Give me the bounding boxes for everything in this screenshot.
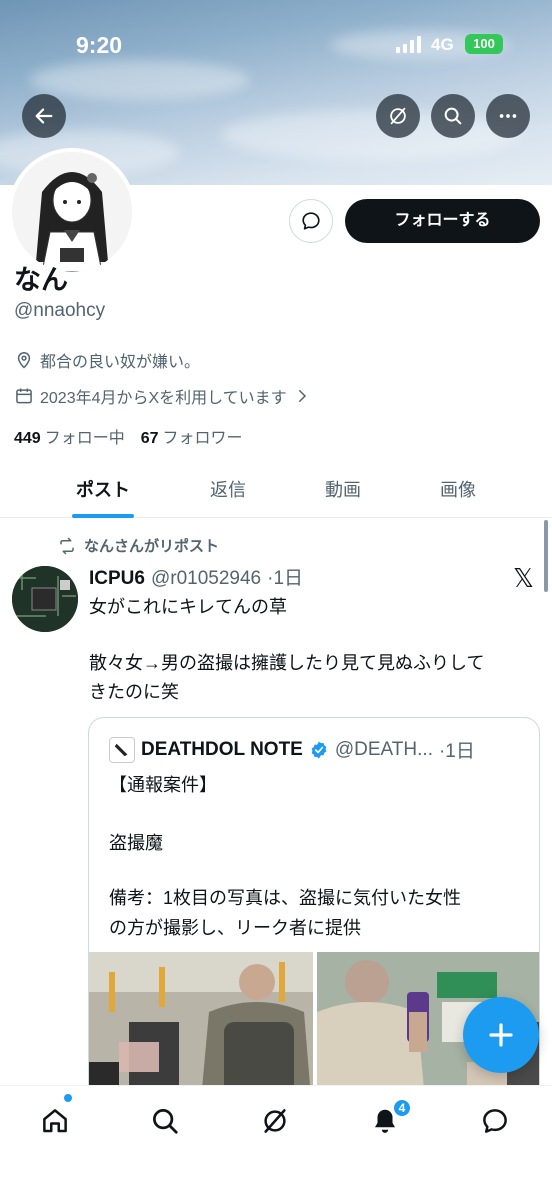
status-time: 9:20	[76, 32, 123, 58]
post-author-name[interactable]: ICPU6	[89, 568, 145, 590]
bottom-navigation: 4	[0, 1085, 552, 1200]
home-icon	[43, 1109, 67, 1133]
following-link[interactable]: 449 フォロー中	[14, 424, 125, 448]
quoted-text-line-3: 備考：1枚目の写真は、盗撮に気付いた女性	[109, 888, 462, 908]
post-author-handle[interactable]: @r01052946	[151, 568, 261, 590]
post-text-line-3: きたのに笑	[89, 682, 179, 702]
repost-label: なんさんがリポスト	[84, 538, 220, 555]
followers-link[interactable]: 67 フォロワー	[141, 424, 243, 448]
status-bar: 9:20 4G 100	[0, 0, 552, 92]
message-bubble-icon	[302, 212, 320, 230]
search-button[interactable]	[431, 94, 475, 138]
notification-badge: 4	[392, 1098, 412, 1118]
chevron-right-icon	[298, 390, 306, 402]
search-icon	[153, 1109, 178, 1134]
bio-row: 都合の良い奴が嫌い。	[14, 348, 200, 372]
post-text-line-2: 散々女→男の盗撮は擁護したり見て見ぬふりして	[89, 653, 485, 673]
verified-badge-icon	[311, 741, 327, 758]
signal-icon	[396, 36, 421, 53]
network-type: 4G	[431, 35, 454, 54]
post-header: ICPU6 @r01052946 ·1日	[89, 563, 303, 590]
quoted-post-time: ·1日	[438, 741, 475, 762]
calendar-icon	[16, 388, 32, 404]
quoted-text-line-2: 盗撮魔	[109, 833, 163, 853]
follow-button[interactable]: フォローする	[345, 199, 540, 243]
grok-icon	[264, 1109, 286, 1133]
quoted-post-header: DEATHDOL NOTE @DEATH... ·1日	[109, 736, 475, 763]
profile-avatar[interactable]	[8, 148, 136, 276]
post-text-line-1: 女がこれにキレてんの草	[89, 597, 287, 617]
user-handle: @nnaohcy	[14, 300, 106, 321]
nav-grok[interactable]	[258, 1104, 292, 1138]
bio-text: 都合の良い奴が嫌い。	[40, 354, 201, 371]
joined-text: 2023年4月からXを利用しています	[40, 390, 287, 407]
tab-videos[interactable]: 動画	[288, 476, 398, 502]
notebook-icon	[114, 743, 128, 756]
joined-row[interactable]: 2023年4月からXを利用しています	[14, 384, 311, 408]
home-new-dot	[64, 1094, 72, 1102]
x-logo-icon: 𝕏	[513, 563, 534, 593]
quoted-text-line-4: の方が撮影し、リーク者に提供	[109, 918, 361, 938]
plus-icon	[489, 1023, 513, 1047]
tab-posts[interactable]: ポスト	[48, 476, 158, 502]
nav-messages[interactable]	[478, 1104, 512, 1138]
compose-post-button[interactable]	[463, 997, 539, 1073]
message-button[interactable]	[289, 199, 333, 243]
tab-images[interactable]: 画像	[403, 476, 513, 502]
grok-button[interactable]	[376, 94, 420, 138]
search-icon	[444, 107, 462, 125]
display-name: なん	[14, 265, 68, 295]
location-pin-icon	[17, 352, 31, 369]
messages-icon	[483, 1109, 507, 1133]
nav-search[interactable]	[148, 1104, 182, 1138]
circuit-board-image	[12, 566, 78, 632]
follow-stats: 449 フォロー中 67 フォロワー	[14, 424, 243, 448]
repost-icon	[60, 537, 74, 554]
quoted-author-avatar	[109, 736, 135, 763]
more-button[interactable]	[486, 94, 530, 138]
battery-icon: 100	[465, 34, 503, 54]
avatar-illustration	[12, 152, 132, 272]
quoted-author-handle: @DEATH...	[334, 738, 433, 760]
active-tab-indicator	[72, 514, 134, 518]
quoted-author-name: DEATHDOL NOTE	[141, 738, 303, 760]
ellipsis-icon	[499, 114, 517, 118]
post-time: ·1日	[267, 568, 304, 589]
post-author-avatar[interactable]	[12, 566, 78, 632]
back-button[interactable]	[22, 94, 66, 138]
tab-replies[interactable]: 返信	[173, 476, 283, 502]
nav-home[interactable]	[38, 1104, 72, 1138]
quoted-text-line-1: 【通報案件】	[109, 775, 217, 795]
grok-icon	[390, 107, 406, 125]
repost-indicator: なんさんがリポスト	[58, 535, 219, 556]
arrow-left-icon	[35, 108, 53, 124]
profile-tabs: ポスト 返信 動画 画像	[0, 464, 552, 518]
scrollbar[interactable]	[544, 520, 548, 592]
